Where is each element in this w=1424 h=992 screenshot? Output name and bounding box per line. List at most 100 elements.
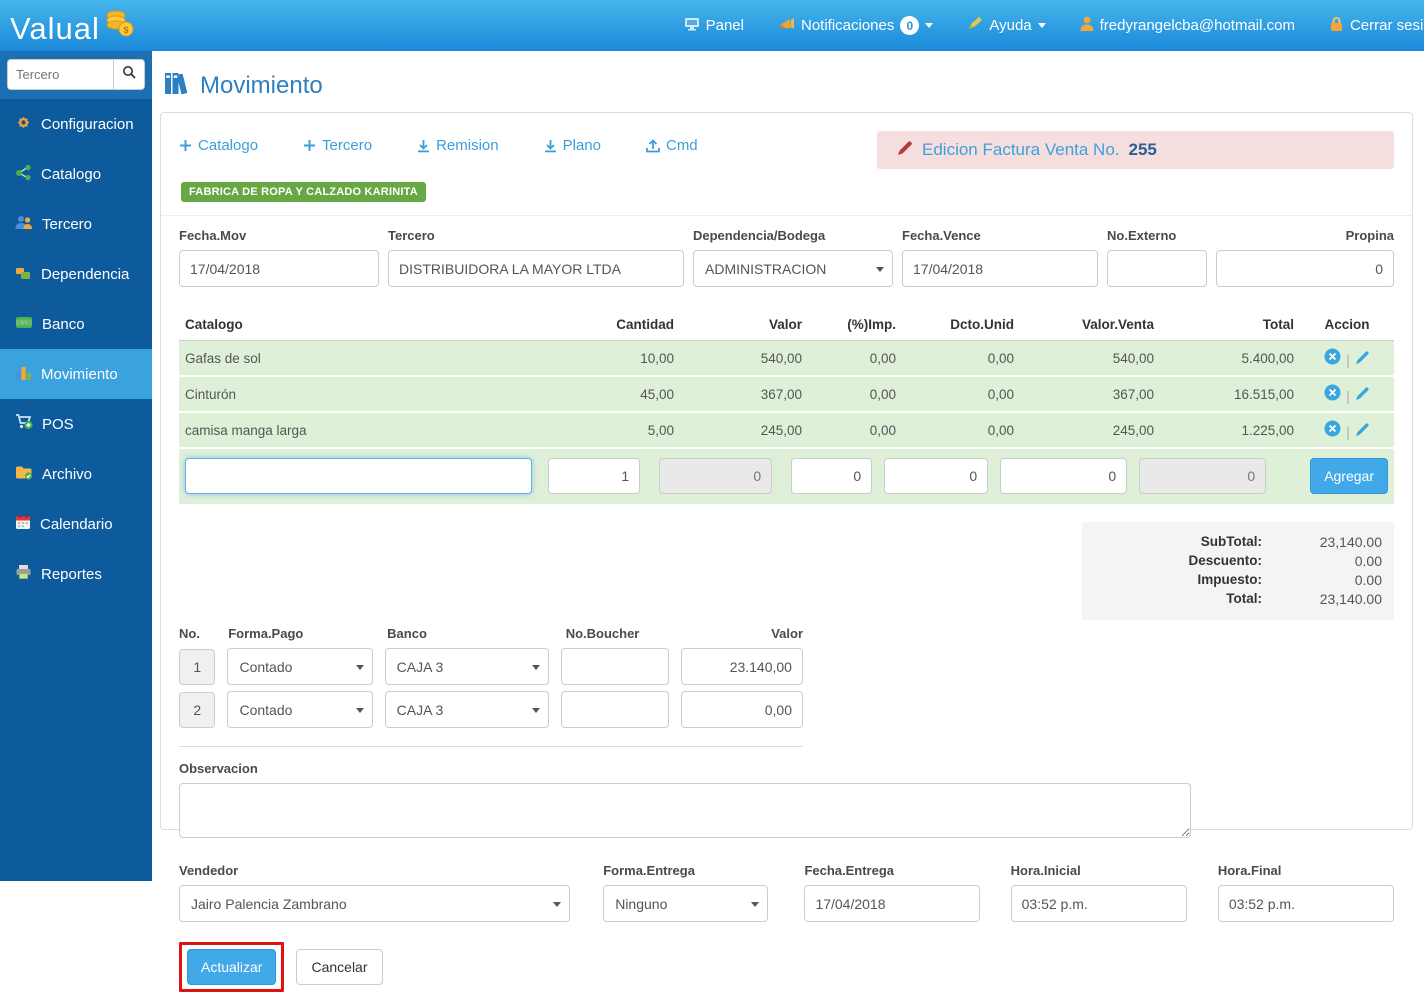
nav-user-email: fredyrangelcba@hotmail.com	[1100, 17, 1295, 34]
sidebar-item-label: POS	[42, 416, 74, 433]
hora-final-input[interactable]	[1218, 885, 1394, 922]
cell-cantidad: 5,00	[572, 412, 680, 448]
propina-label: Propina	[1216, 228, 1394, 243]
brand-logo[interactable]: Valual $	[0, 7, 136, 44]
svg-text:$: $	[123, 25, 128, 35]
nav-logout[interactable]: Cerrar sesión	[1329, 16, 1424, 36]
banco-select[interactable]: CAJA 3	[385, 648, 549, 685]
delete-row-icon[interactable]	[1324, 389, 1341, 404]
delete-row-icon[interactable]	[1324, 353, 1341, 368]
sidebar-item-movimiento[interactable]: Movimiento	[0, 349, 152, 399]
fecha-entrega-input[interactable]	[804, 885, 979, 922]
footer-fields: Vendedor Jairo Palencia Zambrano Forma.E…	[179, 863, 1394, 922]
top-navbar: Valual $ Panel Notificaciones 0	[0, 0, 1424, 51]
download-icon	[417, 139, 430, 153]
delete-row-icon[interactable]	[1324, 425, 1341, 440]
cell-valor-venta: 540,00	[1020, 341, 1160, 377]
main-content: Movimiento Catalogo Tercero Remision	[152, 51, 1424, 881]
invoice-number: 255	[1129, 140, 1157, 160]
new-imp-input[interactable]	[791, 458, 872, 494]
edit-row-icon[interactable]	[1355, 389, 1370, 404]
vendedor-label: Vendedor	[179, 863, 570, 878]
fecha-vence-input[interactable]	[902, 250, 1098, 287]
nav-notifications[interactable]: Notificaciones 0	[778, 16, 933, 35]
caret-down-icon	[751, 902, 759, 907]
svg-text:$: $	[23, 320, 26, 326]
sidebar-item-label: Movimiento	[41, 366, 118, 383]
sidebar-item-tercero[interactable]: Tercero	[0, 199, 152, 249]
dependencia-select[interactable]: ADMINISTRACION	[693, 250, 893, 287]
printer-icon	[15, 564, 32, 584]
hora-inicial-input[interactable]	[1011, 885, 1187, 922]
tercero-search-input[interactable]	[7, 59, 113, 90]
sidebar-item-catalogo[interactable]: Catalogo	[0, 149, 152, 199]
vendedor-select[interactable]: Jairo Palencia Zambrano	[179, 885, 570, 922]
sidebar-item-banco[interactable]: $ Banco	[0, 299, 152, 349]
header-fields: Fecha.Mov Tercero Dependencia/Bodega ADM…	[179, 228, 1394, 287]
banner-text: Edicion Factura Venta No.	[922, 140, 1120, 160]
boucher-input[interactable]	[561, 648, 669, 685]
remision-link[interactable]: Remision	[417, 137, 499, 154]
nav-panel[interactable]: Panel	[684, 17, 744, 35]
new-tercero-link[interactable]: Tercero	[303, 137, 372, 154]
sidebar-item-configuracion[interactable]: Configuracion	[0, 99, 152, 149]
nav-help[interactable]: Ayuda	[967, 16, 1045, 35]
actualizar-button[interactable]: Actualizar	[187, 949, 276, 985]
banco-select[interactable]: CAJA 3	[385, 691, 549, 728]
link-label: Catalogo	[198, 137, 258, 154]
tercero-input[interactable]	[388, 250, 684, 287]
sidebar-item-label: Tercero	[42, 216, 92, 233]
observacion-section: Observacion	[179, 761, 1394, 843]
user-icon	[1080, 16, 1094, 35]
sidebar-item-archivo[interactable]: Archivo	[0, 449, 152, 499]
new-catalogo-input[interactable]	[185, 458, 532, 494]
edit-row-icon[interactable]	[1355, 425, 1370, 440]
fecha-mov-input[interactable]	[179, 250, 379, 287]
plano-link[interactable]: Plano	[544, 137, 601, 154]
items-table: Catalogo Cantidad Valor (%)Imp. Dcto.Uni…	[179, 309, 1394, 449]
fecha-vence-label: Fecha.Vence	[902, 228, 1098, 243]
subtotal-value: 23,140.00	[1262, 534, 1382, 550]
nav-user[interactable]: fredyrangelcba@hotmail.com	[1080, 16, 1295, 35]
sidebar: Configuracion Catalogo Tercero Dependenc…	[0, 51, 152, 881]
edit-invoice-banner: Edicion Factura Venta No. 255	[877, 131, 1394, 169]
pay-col-banco: Banco	[387, 626, 554, 641]
cell-catalogo: camisa manga larga	[179, 412, 572, 448]
no-externo-input[interactable]	[1107, 250, 1207, 287]
cmd-link[interactable]: Cmd	[646, 137, 698, 154]
new-catalogo-link[interactable]: Catalogo	[179, 137, 258, 154]
new-dcto-input[interactable]	[884, 458, 988, 494]
col-valor-venta: Valor.Venta	[1020, 309, 1160, 341]
edit-row-icon[interactable]	[1355, 353, 1370, 368]
sidebar-item-label: Archivo	[42, 466, 92, 483]
col-accion: Accion	[1300, 309, 1394, 341]
forma-entrega-select[interactable]: Ninguno	[603, 885, 768, 922]
propina-input[interactable]	[1216, 250, 1394, 287]
sidebar-search	[0, 51, 152, 99]
sidebar-item-pos[interactable]: POS	[0, 399, 152, 449]
pay-no: 2	[179, 692, 215, 728]
new-valor-venta-input[interactable]	[1000, 458, 1127, 494]
dependencia-value: ADMINISTRACION	[705, 261, 826, 277]
forma-pago-select[interactable]: Contado	[227, 691, 372, 728]
caret-down-icon	[925, 23, 933, 28]
cell-total: 16.515,00	[1160, 376, 1300, 412]
boucher-input[interactable]	[561, 691, 669, 728]
search-button[interactable]	[113, 59, 145, 90]
table-row: Cinturón 45,00 367,00 0,00 0,00 367,00 1…	[179, 376, 1394, 412]
agregar-button[interactable]: Agregar	[1310, 458, 1388, 494]
sidebar-item-calendario[interactable]: Calendario	[0, 499, 152, 549]
payment-row: 1 Contado CAJA 3	[179, 648, 803, 685]
pay-valor-input[interactable]	[681, 648, 803, 685]
banco-value: CAJA 3	[397, 659, 444, 675]
sidebar-item-reportes[interactable]: Reportes	[0, 549, 152, 599]
new-total-input	[1139, 458, 1266, 494]
cell-dcto: 0,00	[902, 376, 1020, 412]
forma-pago-select[interactable]: Contado	[227, 648, 372, 685]
cancelar-button[interactable]: Cancelar	[296, 949, 382, 985]
new-cantidad-input[interactable]	[548, 458, 640, 494]
pay-valor-input[interactable]	[681, 691, 803, 728]
descuento-value: 0.00	[1262, 553, 1382, 569]
observacion-textarea[interactable]	[179, 783, 1191, 838]
sidebar-item-dependencia[interactable]: Dependencia	[0, 249, 152, 299]
